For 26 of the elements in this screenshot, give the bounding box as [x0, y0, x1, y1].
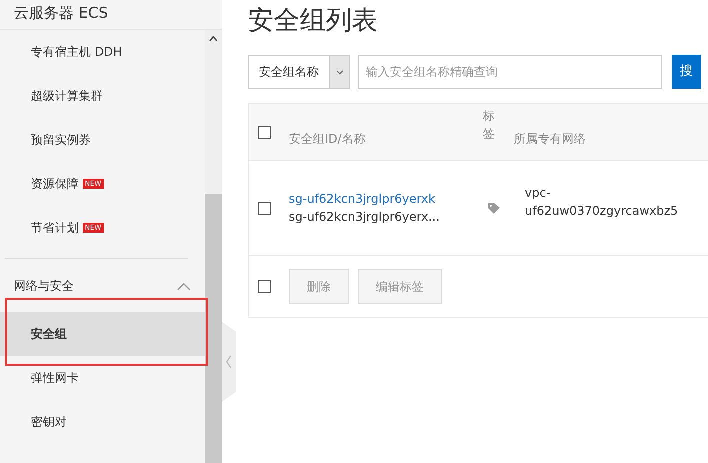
- security-group-name: sg-uf62kcn3jrglpr6yerx...: [289, 209, 441, 226]
- search-button[interactable]: 搜: [672, 55, 701, 89]
- vpc-cell-text: vpc-uf62uw0370zgyrcawxbz5: [524, 185, 680, 220]
- caret-icon: [336, 70, 344, 74]
- filter-dropdown[interactable]: 安全组名称: [248, 55, 350, 89]
- column-header: 安全组ID/名称: [289, 131, 367, 148]
- checkbox[interactable]: [258, 202, 271, 214]
- checkbox[interactable]: [258, 280, 271, 293]
- page-title: 安全组列表: [248, 5, 379, 38]
- tag-icon[interactable]: [488, 203, 501, 214]
- section-heading[interactable]: 网络与安全: [14, 277, 74, 295]
- search-field[interactable]: 输入安全组名称精确查询: [358, 55, 662, 89]
- column-header: 标签: [483, 108, 495, 143]
- sidebar-item[interactable]: 安全组: [0, 312, 205, 356]
- column-header: 所属专有网络: [513, 131, 586, 148]
- sidebar-item[interactable]: 预留实例券: [0, 118, 205, 162]
- scrollbar[interactable]: [205, 30, 222, 463]
- sidebar-item[interactable]: 密钥对: [0, 400, 205, 444]
- security-group-link[interactable]: sg-uf62kcn3jrglpr6yerxk: [289, 190, 477, 208]
- sidebar-item[interactable]: 专有宿主机 DDH: [0, 30, 205, 74]
- sidebar-item[interactable]: 弹性网卡: [0, 356, 205, 400]
- sidebar-item[interactable]: 超级计算集群: [0, 74, 205, 118]
- checkbox[interactable]: [258, 126, 271, 138]
- chevron-up-icon[interactable]: [177, 283, 191, 291]
- sidebar-title: 云服务器 ECS: [0, 0, 222, 30]
- scroll-up-icon[interactable]: [209, 36, 218, 42]
